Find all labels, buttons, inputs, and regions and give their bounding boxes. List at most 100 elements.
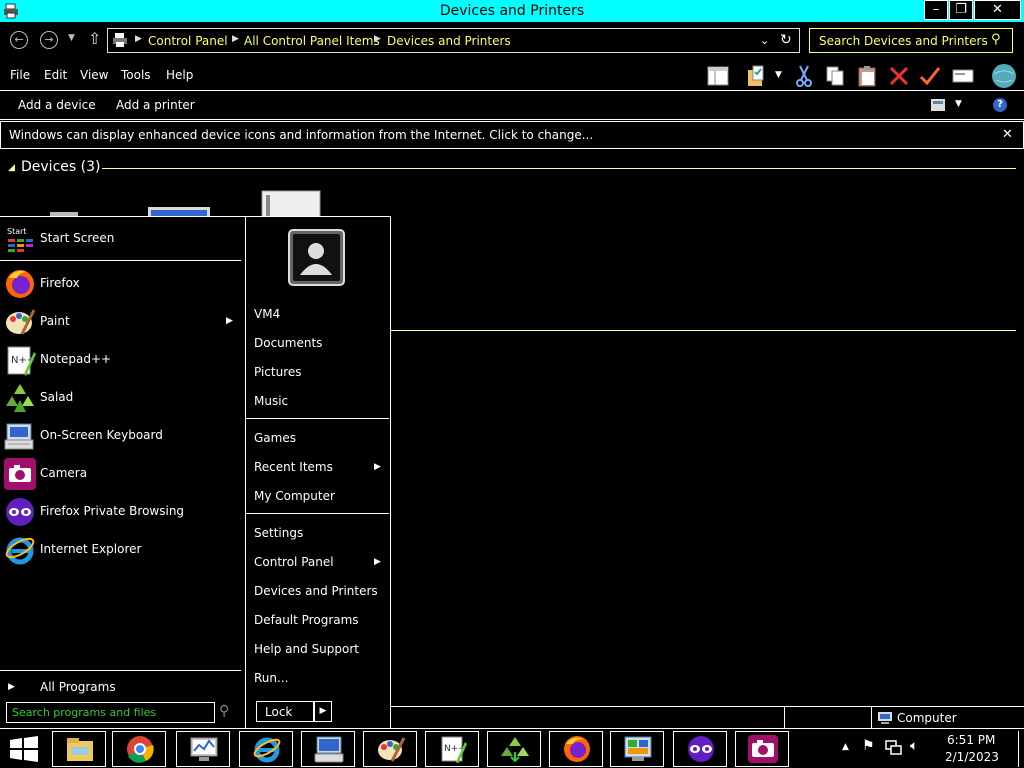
menu-settings[interactable]: Settings: [254, 526, 303, 540]
clock-time[interactable]: 6:51 PM: [947, 733, 995, 747]
breadcrumb-devices-printers[interactable]: Devices and Printers: [387, 34, 511, 48]
up-arrow-icon[interactable]: ⇧: [88, 29, 101, 48]
menu-user[interactable]: VM4: [254, 307, 280, 321]
action-center-flag-icon[interactable]: ⚑: [862, 738, 875, 754]
taskbar-file-explorer[interactable]: [52, 731, 106, 767]
devices-group-header[interactable]: Devices (3): [21, 159, 100, 175]
search-icon[interactable]: ⚲: [991, 32, 1001, 47]
view-options-icon[interactable]: [931, 99, 945, 111]
globe-icon[interactable]: [990, 62, 1018, 90]
taskbar-computer[interactable]: [301, 731, 355, 767]
start-search-input[interactable]: Search programs and files: [6, 702, 215, 723]
network-icon[interactable]: [885, 740, 903, 756]
menu-my-computer[interactable]: My Computer: [254, 489, 335, 503]
menu-view[interactable]: View: [80, 68, 108, 82]
app-label: Internet Explorer: [40, 542, 142, 556]
taskbar-private-browsing[interactable]: [673, 731, 727, 767]
show-hidden-icons-icon[interactable]: ▲: [842, 742, 849, 752]
chevron-down-icon[interactable]: ▼: [955, 99, 962, 109]
group-divider: [391, 330, 1016, 331]
printer-device-icon[interactable]: [260, 185, 322, 217]
info-bar[interactable]: Windows can display enhanced device icon…: [0, 121, 1024, 149]
add-device-button[interactable]: Add a device: [18, 98, 96, 112]
lock-button[interactable]: Lock: [256, 701, 314, 722]
paste-icon[interactable]: [856, 64, 880, 88]
menu-devices-printers[interactable]: Devices and Printers: [254, 584, 378, 598]
app-firefox-private[interactable]: Firefox Private Browsing: [0, 494, 240, 530]
menu-tools[interactable]: Tools: [121, 68, 151, 82]
app-start-screen[interactable]: Start Start Screen: [0, 221, 240, 257]
menu-help[interactable]: Help: [166, 68, 193, 82]
menu-recent-items[interactable]: Recent Items: [254, 460, 333, 474]
volume-icon[interactable]: 🔈︎: [910, 738, 918, 754]
address-bar[interactable]: ▶ Control Panel ▶ All Control Panel Item…: [107, 28, 800, 53]
add-printer-button[interactable]: Add a printer: [116, 98, 195, 112]
menu-games[interactable]: Games: [254, 431, 296, 445]
collapse-triangle-icon[interactable]: ◢: [8, 163, 15, 173]
app-firefox[interactable]: Firefox: [0, 266, 240, 302]
taskbar-camera[interactable]: [735, 731, 789, 767]
taskbar-paint[interactable]: [363, 731, 417, 767]
windows-start-icon[interactable]: [10, 736, 38, 762]
performance-monitor-icon: [190, 737, 218, 761]
taskbar-performance-monitor[interactable]: [176, 731, 230, 767]
close-icon[interactable]: ✕: [1002, 127, 1013, 142]
app-internet-explorer[interactable]: Internet Explorer: [0, 532, 240, 568]
user-avatar-icon[interactable]: [288, 229, 345, 286]
taskbar-control-panel[interactable]: [610, 731, 664, 767]
refresh-icon[interactable]: ↻: [780, 32, 792, 48]
checkmark-icon[interactable]: [918, 64, 942, 88]
breadcrumb-all-items[interactable]: All Control Panel Items: [244, 34, 380, 48]
help-icon[interactable]: ?: [993, 98, 1007, 112]
app-on-screen-keyboard[interactable]: On-Screen Keyboard: [0, 418, 240, 454]
all-programs-button[interactable]: All Programs: [40, 680, 116, 694]
delete-icon[interactable]: [887, 64, 911, 88]
menu-separator: [0, 260, 241, 261]
layout-icon[interactable]: [706, 64, 730, 88]
start-menu-places-pane: VM4 Documents Pictures Music Games Recen…: [245, 217, 391, 728]
show-desktop-button[interactable]: [1018, 731, 1024, 767]
menu-file[interactable]: File: [10, 68, 30, 82]
search-icon[interactable]: ⚲: [219, 703, 229, 719]
app-camera[interactable]: Camera: [0, 456, 240, 492]
taskbar-notepad-plus[interactable]: N++: [425, 731, 479, 767]
folder-options-icon[interactable]: [745, 64, 769, 88]
properties-icon[interactable]: [951, 64, 975, 88]
chevron-down-icon[interactable]: ⌄: [760, 34, 769, 47]
forward-button[interactable]: →: [40, 31, 58, 49]
copy-icon[interactable]: [823, 64, 847, 88]
app-paint[interactable]: Paint ▶: [0, 304, 240, 340]
chevron-down-icon[interactable]: ▼: [775, 70, 782, 80]
cut-icon[interactable]: [792, 64, 816, 88]
menu-default-programs[interactable]: Default Programs: [254, 613, 359, 627]
clock-date[interactable]: 2/1/2023: [945, 750, 999, 764]
taskbar-chrome[interactable]: [112, 731, 166, 767]
submenu-arrow-icon: ▶: [374, 557, 381, 567]
menu-separator: [246, 418, 389, 419]
menu-control-panel[interactable]: Control Panel: [254, 555, 334, 569]
power-options-arrow-icon[interactable]: ▶: [314, 701, 332, 722]
breadcrumb-control-panel[interactable]: Control Panel: [148, 34, 228, 48]
app-notepad-plus[interactable]: N++ Notepad++: [0, 342, 240, 378]
close-button[interactable]: ✕: [974, 0, 1021, 20]
taskbar-firefox[interactable]: [549, 731, 603, 767]
recent-pages-dropdown-icon[interactable]: ▼: [68, 33, 75, 43]
menu-music[interactable]: Music: [254, 394, 288, 408]
menu-help-support[interactable]: Help and Support: [254, 642, 359, 656]
firefox-icon: [6, 270, 34, 298]
app-salad[interactable]: Salad: [0, 380, 240, 416]
maximize-button[interactable]: ❐: [949, 0, 973, 20]
camera-icon: [748, 735, 778, 763]
menu-edit[interactable]: Edit: [44, 68, 67, 82]
back-button[interactable]: ←: [10, 31, 28, 49]
taskbar-salad[interactable]: [487, 731, 541, 767]
menu-run[interactable]: Run...: [254, 671, 288, 685]
menu-documents[interactable]: Documents: [254, 336, 322, 350]
minimize-button[interactable]: –: [924, 0, 948, 20]
app-label: Camera: [40, 466, 88, 480]
command-bar: Add a device Add a printer ▼ ?: [0, 90, 1024, 120]
menu-pictures[interactable]: Pictures: [254, 365, 302, 379]
taskbar-internet-explorer[interactable]: [239, 731, 293, 767]
search-input[interactable]: Search Devices and Printers ⚲: [809, 28, 1013, 53]
ie-icon: [253, 737, 281, 763]
